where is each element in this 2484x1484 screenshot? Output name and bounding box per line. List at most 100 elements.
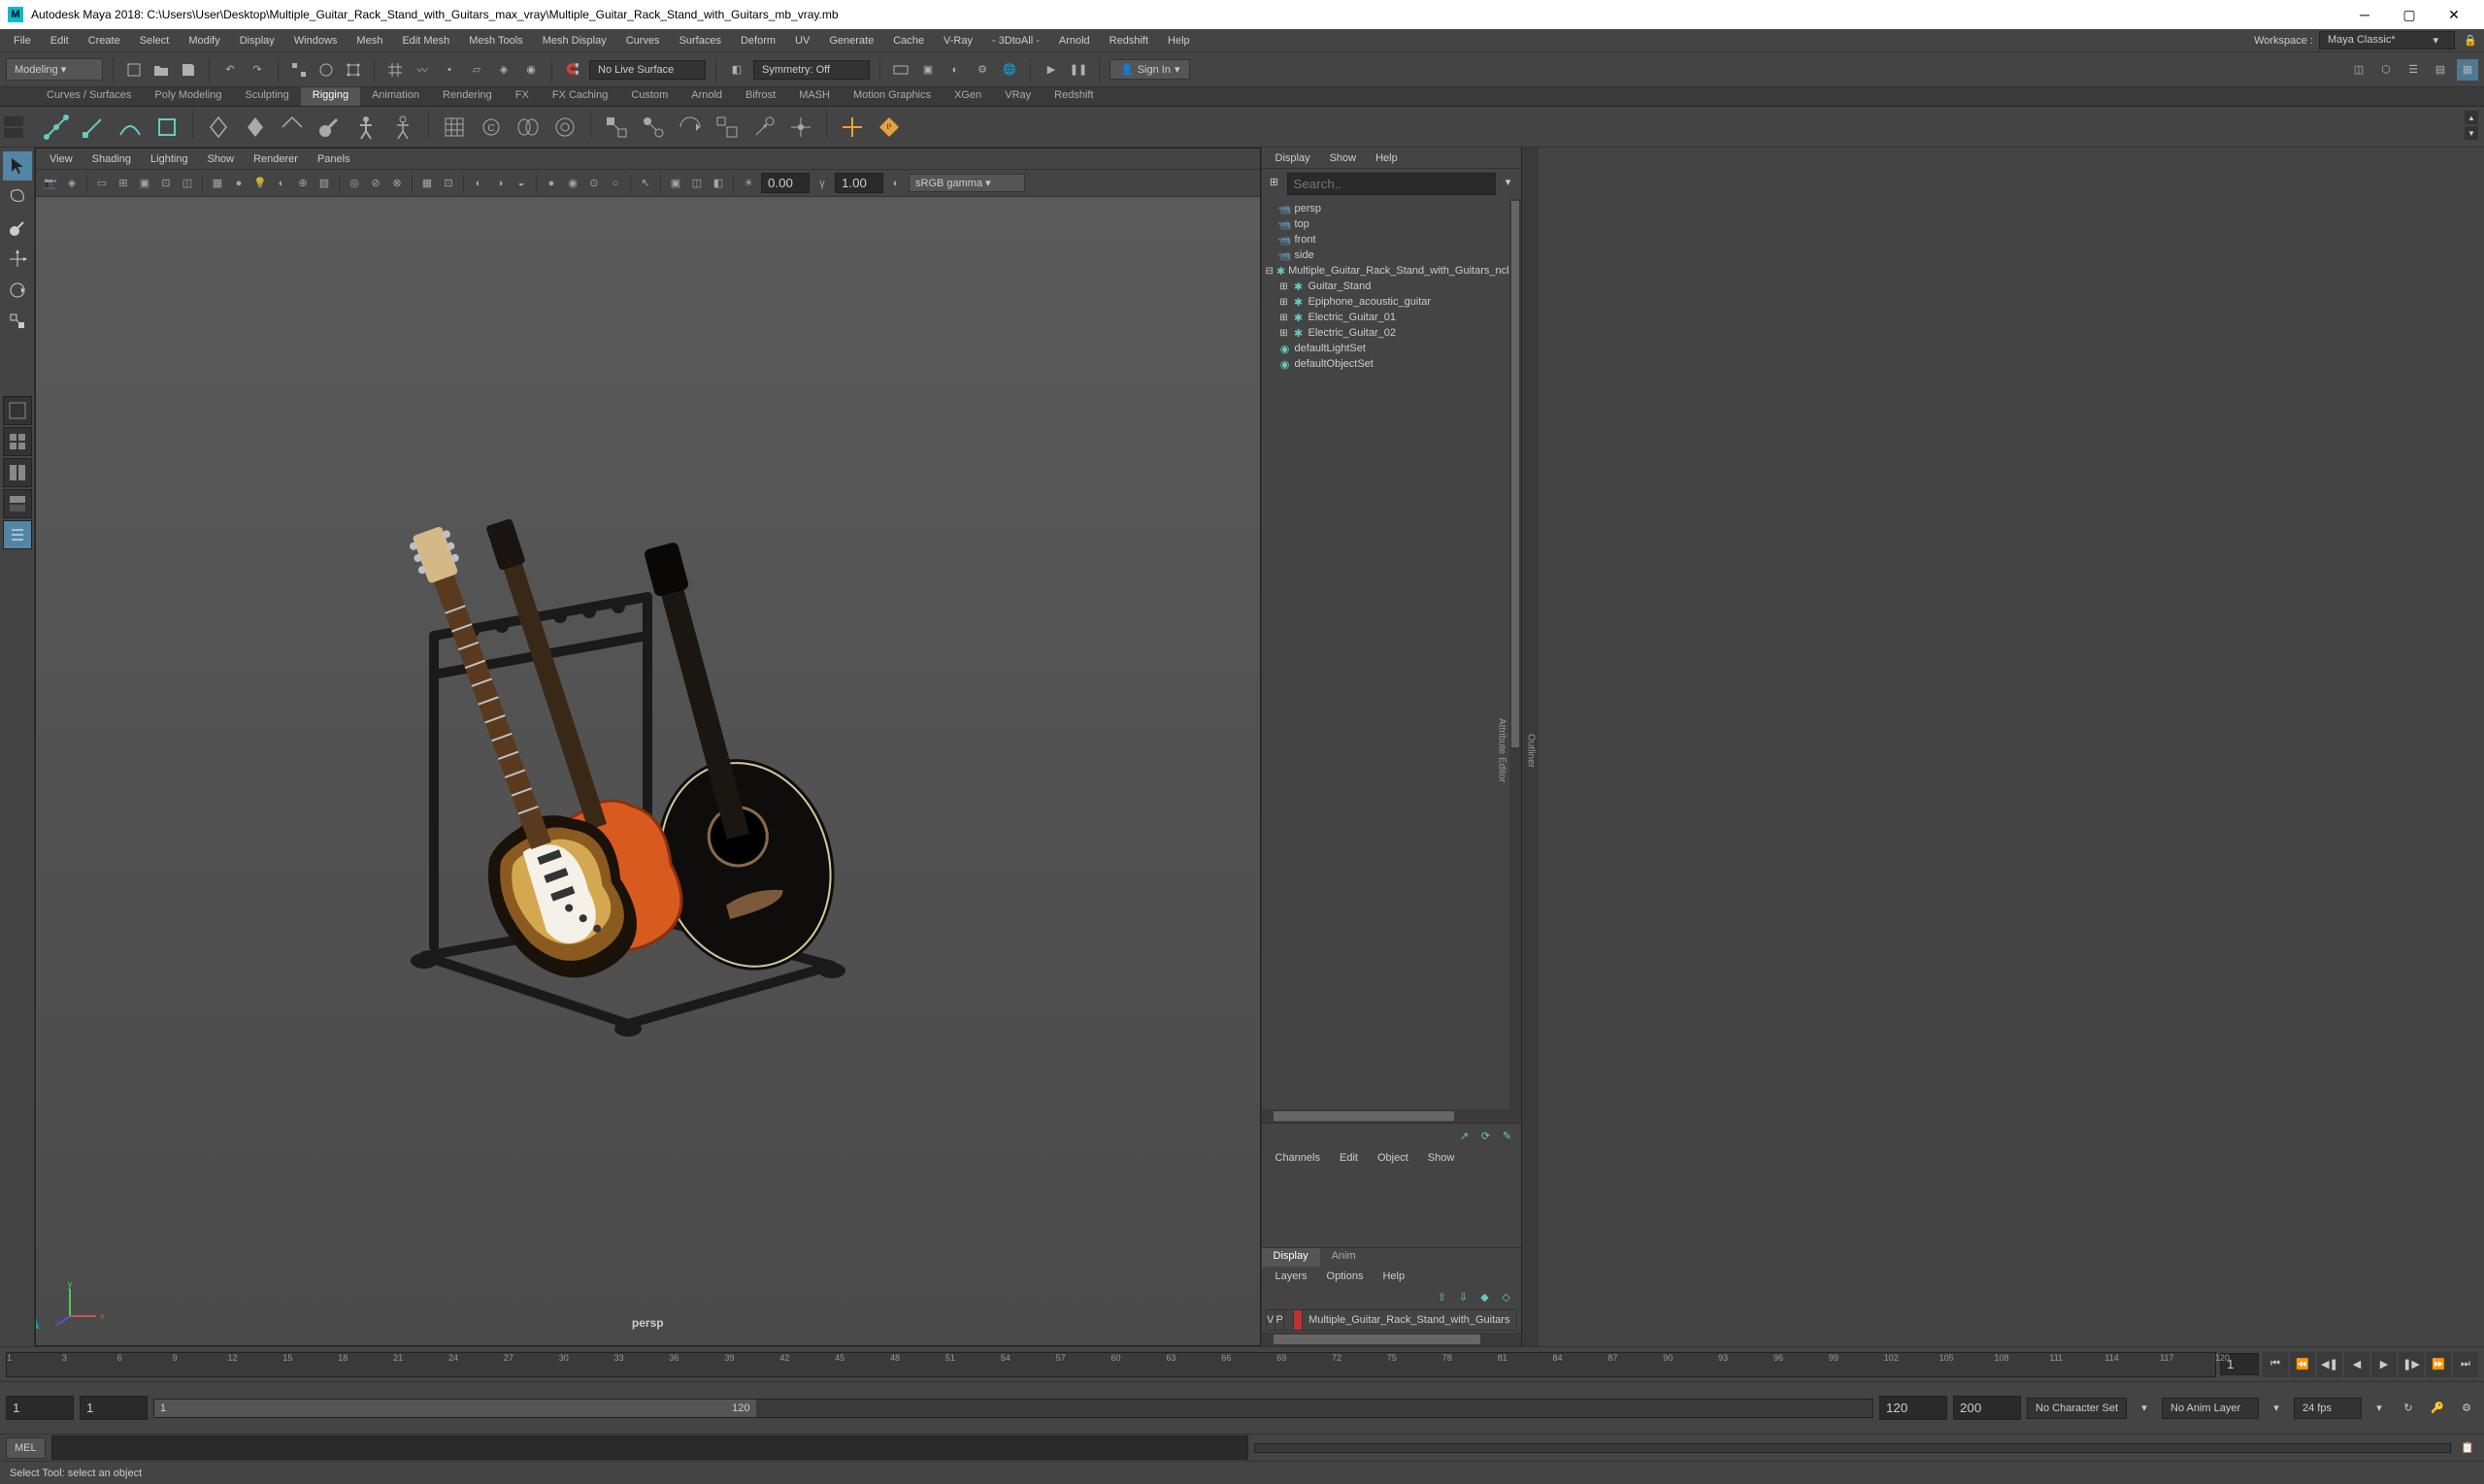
parent-constraint-icon[interactable]: [599, 110, 634, 145]
field-chart-icon[interactable]: ⊡: [157, 175, 175, 192]
select-hierarchy-icon[interactable]: [288, 59, 310, 81]
cmd-input[interactable]: [51, 1435, 1248, 1460]
menu-generate[interactable]: Generate: [819, 29, 883, 51]
tab-display-layers[interactable]: Display: [1262, 1248, 1320, 1267]
range-handle[interactable]: 1120: [154, 1400, 756, 1417]
range-start-input[interactable]: [80, 1396, 148, 1420]
textured-icon[interactable]: ▨: [315, 175, 333, 192]
menu-vray[interactable]: V-Ray: [934, 29, 982, 51]
detach-skin-icon[interactable]: [275, 110, 310, 145]
scale-tool[interactable]: [3, 307, 32, 336]
outliner-menu-display[interactable]: Display: [1268, 152, 1318, 164]
exposure-input[interactable]: [761, 173, 810, 193]
scale-constraint-icon[interactable]: [710, 110, 745, 145]
panel-menu-shading[interactable]: Shading: [84, 153, 139, 165]
rotate-tool[interactable]: [3, 276, 32, 305]
menu-modify[interactable]: Modify: [179, 29, 229, 51]
viewport-ipr-icon[interactable]: ◫: [688, 175, 706, 192]
ik-spline-icon[interactable]: [113, 110, 148, 145]
minimize-button[interactable]: ─: [2342, 0, 2387, 29]
shadows-icon[interactable]: ◐: [273, 175, 290, 192]
four-view-icon[interactable]: [3, 427, 32, 456]
viewport[interactable]: persp yxz: [36, 197, 1260, 1345]
signin-button[interactable]: 👤 Sign In ▾: [1110, 59, 1190, 80]
outliner-item-persp[interactable]: 📹persp: [1266, 201, 1517, 216]
tab-bifrost[interactable]: Bifrost: [734, 87, 787, 106]
cb-edit-icon[interactable]: ✎: [1500, 1128, 1515, 1143]
viewport-render-icon[interactable]: ▣: [667, 175, 684, 192]
maximize-button[interactable]: ▢: [2387, 0, 2432, 29]
pole-vector-icon[interactable]: [783, 110, 818, 145]
outliner-item-epiphone[interactable]: ⊞✱Epiphone_acoustic_guitar: [1266, 294, 1517, 310]
toggle-modeling-toolkit-icon[interactable]: ◫: [2348, 59, 2369, 81]
wireframe-icon[interactable]: ▦: [209, 175, 226, 192]
menu-select[interactable]: Select: [130, 29, 180, 51]
persp-outliner-icon[interactable]: [3, 489, 32, 518]
menu-help[interactable]: Help: [1158, 29, 1200, 51]
joint-tool-icon[interactable]: [39, 110, 74, 145]
outliner-item-light-set[interactable]: ◉defaultLightSet: [1266, 341, 1517, 356]
menu-3dtoall[interactable]: - 3DtoAll -: [982, 29, 1049, 51]
render-globals-icon[interactable]: 🌐: [999, 59, 1020, 81]
paint-weights-icon[interactable]: [312, 110, 347, 145]
image-plane-icon[interactable]: ⊡: [440, 175, 457, 192]
menu-uv[interactable]: UV: [785, 29, 819, 51]
sidetab-outliner[interactable]: Outliner: [1524, 726, 1539, 775]
colorspace-select[interactable]: sRGB gamma ▾: [909, 174, 1025, 192]
use-lights-icon[interactable]: 💡: [251, 175, 269, 192]
snap-curve-icon[interactable]: 〰: [412, 59, 433, 81]
tab-rendering[interactable]: Rendering: [431, 87, 504, 106]
step-forward-icon[interactable]: ❚▶: [2399, 1352, 2424, 1377]
open-scene-icon[interactable]: [150, 59, 172, 81]
xray-joints-icon[interactable]: ⊗: [388, 175, 406, 192]
tab-motion-graphics[interactable]: Motion Graphics: [842, 87, 943, 106]
toggle-channelbox-icon[interactable]: ▦: [2457, 59, 2478, 81]
search-options-icon[interactable]: ⊞: [1266, 173, 1283, 190]
menuset-selector[interactable]: Modeling ▾: [6, 58, 103, 81]
menu-mesh[interactable]: Mesh: [347, 29, 392, 51]
panel-menu-renderer[interactable]: Renderer: [246, 153, 306, 165]
shelf-toggle[interactable]: [4, 107, 29, 147]
bookmark-icon[interactable]: ◈: [63, 175, 81, 192]
menu-file[interactable]: File: [4, 29, 41, 51]
shelf-scroll-down-icon[interactable]: ▼: [2465, 126, 2478, 140]
humanik-icon[interactable]: [348, 110, 383, 145]
culling-icon[interactable]: ◑: [491, 175, 509, 192]
close-button[interactable]: ✕: [2432, 0, 2476, 29]
cb-menu-object[interactable]: Object: [1370, 1152, 1416, 1164]
film-gate-icon[interactable]: ▭: [93, 175, 111, 192]
tab-arnold[interactable]: Arnold: [679, 87, 734, 106]
toggle-tool-settings-icon[interactable]: ▤: [2430, 59, 2451, 81]
range-end-full-input[interactable]: [1953, 1396, 2021, 1420]
collapse-icon[interactable]: ⊟: [1266, 266, 1274, 277]
tab-fx-caching[interactable]: FX Caching: [541, 87, 619, 106]
safe-action-icon[interactable]: ◫: [179, 175, 196, 192]
tab-animation[interactable]: Animation: [360, 87, 431, 106]
menu-redshift[interactable]: Redshift: [1100, 29, 1158, 51]
move-tool[interactable]: [3, 245, 32, 274]
fps-dropdown-icon[interactable]: ▾: [2368, 1397, 2391, 1420]
outliner-item-object-set[interactable]: ◉defaultObjectSet: [1266, 356, 1517, 372]
render-frame-icon[interactable]: [890, 59, 911, 81]
menu-surfaces[interactable]: Surfaces: [670, 29, 731, 51]
autokey-icon[interactable]: 🔑: [2426, 1397, 2449, 1420]
wrap-icon[interactable]: [547, 110, 582, 145]
last-layout-icon[interactable]: [3, 396, 32, 425]
character-set-select[interactable]: No Character Set: [2027, 1398, 2127, 1419]
quick-rig-icon[interactable]: [385, 110, 420, 145]
expand-icon[interactable]: ⊞: [1279, 313, 1289, 323]
lasso-tool[interactable]: [3, 182, 32, 212]
select-tool-icon[interactable]: ↖: [637, 175, 654, 192]
tab-mash[interactable]: MASH: [787, 87, 842, 106]
outliner-menu-help[interactable]: Help: [1368, 152, 1406, 164]
menu-cache[interactable]: Cache: [883, 29, 934, 51]
toggle-humanik-icon[interactable]: ⬡: [2375, 59, 2397, 81]
panel-menu-view[interactable]: View: [42, 153, 81, 165]
live-surface-field[interactable]: No Live Surface: [589, 60, 706, 80]
outliner-item-front[interactable]: 📹front: [1266, 232, 1517, 247]
search-input[interactable]: [1287, 173, 1496, 195]
step-back-key-icon[interactable]: ⏪: [2290, 1352, 2315, 1377]
fk-ik-icon[interactable]: [149, 110, 184, 145]
layer-name[interactable]: Multiple_Guitar_Rack_Stand_with_Guitars: [1303, 1314, 1515, 1326]
expand-icon[interactable]: ⊞: [1279, 297, 1289, 308]
